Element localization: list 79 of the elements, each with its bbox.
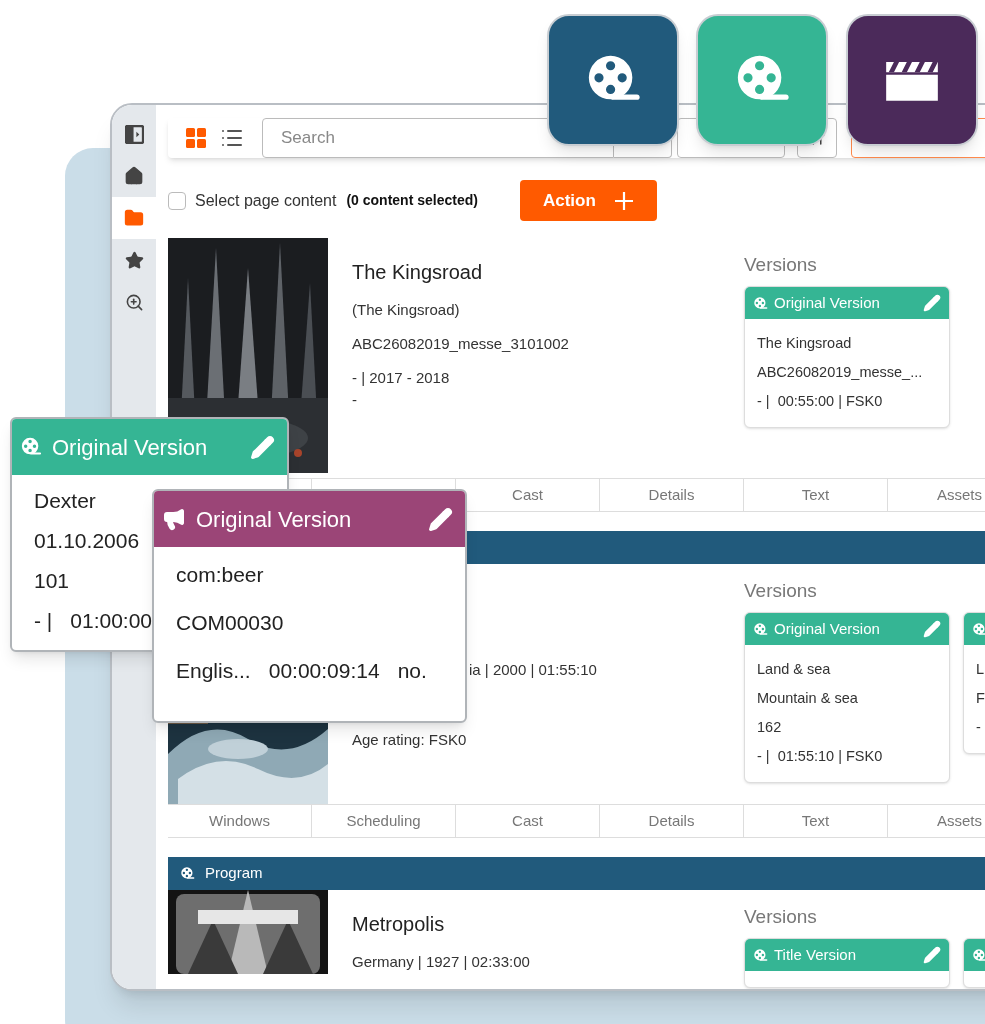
film-reel-icon bbox=[753, 295, 768, 311]
item-detail: Germany | 1927 | 02:33:00 bbox=[352, 952, 531, 972]
version-detail: - bbox=[976, 718, 982, 737]
megaphone-icon bbox=[162, 507, 186, 531]
version-detail: - | bbox=[34, 608, 53, 634]
version-title: Original Version bbox=[774, 292, 880, 313]
version-card[interactable]: Original Version Land & sea Mountain & sea 162 - | 01:55:10 | FSK0 bbox=[744, 612, 950, 783]
version-detail: F bbox=[976, 689, 985, 708]
selection-count: (0 content selected) bbox=[346, 191, 478, 210]
version-detail: - | 00:55:00 | FSK0 bbox=[757, 392, 884, 411]
item-detail: ia | 2000 | 01:55:10 bbox=[469, 660, 598, 680]
edit-icon[interactable] bbox=[923, 946, 941, 964]
checkbox[interactable] bbox=[168, 191, 186, 210]
version-detail: no. bbox=[397, 658, 427, 684]
film-reel-icon bbox=[972, 621, 985, 637]
version-detail: L bbox=[976, 660, 985, 679]
select-label: Select page content bbox=[195, 190, 337, 211]
version-detail: 01.10.2006 bbox=[34, 528, 140, 554]
versions-heading: Versions bbox=[744, 253, 818, 277]
item-detail: Age rating: FSK0 bbox=[352, 730, 468, 750]
edit-icon[interactable] bbox=[923, 294, 941, 312]
item-tab[interactable]: Cast bbox=[456, 478, 600, 512]
action-button[interactable]: Action bbox=[519, 180, 657, 221]
program-label: Program bbox=[205, 863, 263, 884]
version-detail: The Kingsroad bbox=[757, 334, 853, 353]
version-detail: 01:00:00 bbox=[70, 608, 153, 634]
version-detail: Land & sea bbox=[757, 660, 832, 679]
panel-toggle-icon bbox=[124, 124, 144, 144]
grid-view-icon[interactable] bbox=[186, 128, 206, 148]
item-tab[interactable]: Text bbox=[744, 804, 888, 838]
version-card[interactable]: Title Version bbox=[744, 938, 950, 988]
item-tab[interactable]: Assets bbox=[888, 804, 985, 838]
film-reel-icon bbox=[180, 866, 195, 881]
item-title: Metropolis bbox=[352, 912, 446, 937]
star-icon bbox=[124, 250, 144, 270]
version-detail: com:beer bbox=[176, 562, 264, 588]
film-reel-icon bbox=[20, 436, 42, 458]
version-detail: COM00030 bbox=[176, 610, 284, 636]
version-detail: Englis... bbox=[176, 658, 251, 684]
versions-heading: Versions bbox=[744, 905, 818, 929]
film-reel-icon bbox=[753, 947, 768, 963]
version-detail: - | 01:55:10 | FSK0 bbox=[757, 747, 884, 766]
edit-icon[interactable] bbox=[428, 506, 453, 532]
version-card[interactable]: L F - bbox=[963, 612, 985, 754]
home-icon bbox=[124, 166, 144, 186]
item-detail: - | 2017 - 2018 bbox=[352, 368, 451, 388]
item-tab[interactable]: Assets bbox=[888, 478, 985, 512]
item-detail: (The Kingsroad) bbox=[352, 300, 461, 320]
versions-heading: Versions bbox=[744, 579, 818, 603]
version-card[interactable]: Original Version The Kingsroad ABC26082019_messe_... - | 00:55:00 | FSK0 bbox=[744, 286, 950, 428]
version-detail: 00:00:09:14 bbox=[268, 658, 380, 684]
item-tab[interactable]: Scheduling bbox=[312, 804, 456, 838]
version-detail: ABC26082019_messe_... bbox=[757, 363, 924, 382]
item-detail: ABC26082019_messe_3101002 bbox=[352, 334, 570, 354]
zoom-in-icon bbox=[124, 292, 144, 312]
item-tab[interactable]: Details bbox=[600, 478, 744, 512]
floating-version-card[interactable]: Original Version com:beer COM00030 Englis... 00:00:09:14 no. bbox=[152, 489, 467, 723]
version-title: Title Version bbox=[774, 944, 856, 965]
folder-icon bbox=[124, 208, 144, 228]
item-detail: - bbox=[352, 390, 358, 410]
version-detail: 101 bbox=[34, 568, 70, 594]
item-tab[interactable]: Details bbox=[600, 804, 744, 838]
version-detail: Mountain & sea bbox=[757, 689, 859, 708]
item-tab[interactable]: Text bbox=[744, 478, 888, 512]
film-reel-icon bbox=[972, 947, 985, 963]
item-tab[interactable]: Cast bbox=[456, 804, 600, 838]
film-reel-icon bbox=[753, 621, 768, 637]
app-tile[interactable] bbox=[547, 14, 679, 146]
app-tile[interactable] bbox=[846, 14, 978, 146]
version-detail: Dexter bbox=[34, 488, 96, 514]
item-tab[interactable]: Windows bbox=[168, 804, 312, 838]
plus-icon bbox=[613, 190, 634, 211]
edit-icon[interactable] bbox=[250, 434, 275, 460]
version-detail: 162 bbox=[757, 718, 783, 737]
app-tile[interactable] bbox=[696, 14, 828, 146]
version-title: Original Version bbox=[774, 618, 880, 639]
version-title: Original Version bbox=[52, 433, 208, 462]
item-title: The Kingsroad bbox=[352, 260, 484, 285]
edit-icon[interactable] bbox=[923, 620, 941, 638]
